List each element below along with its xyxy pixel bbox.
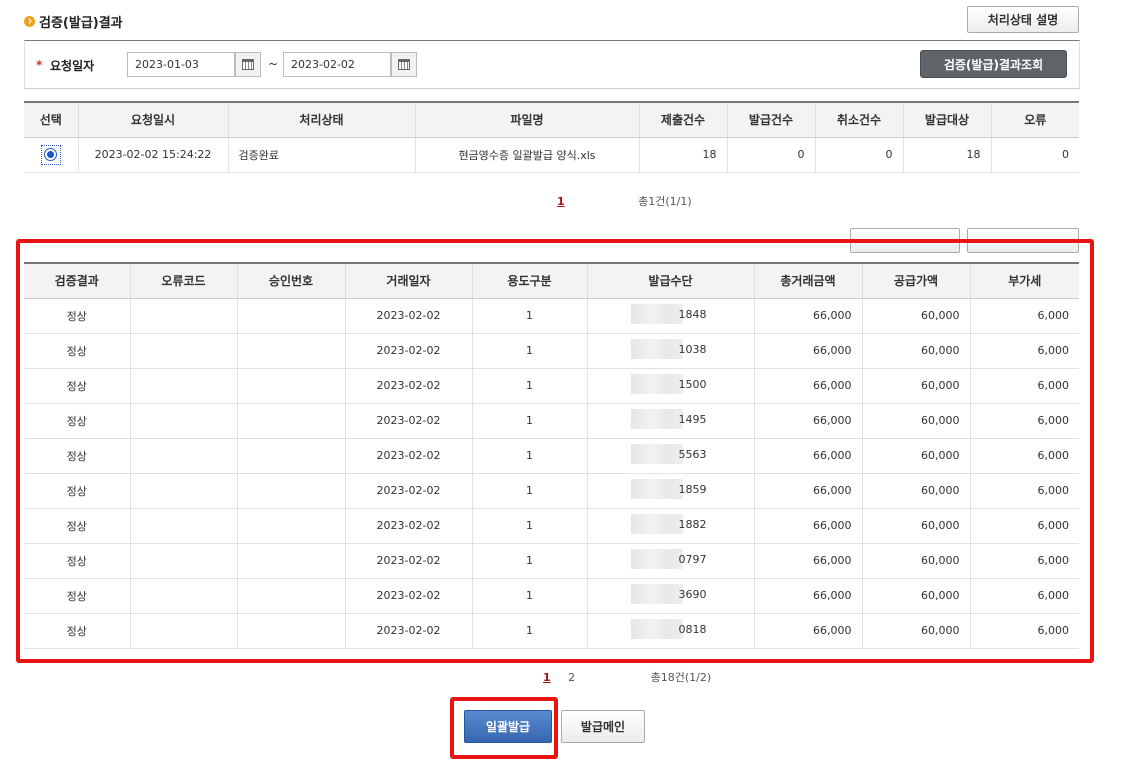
cancelled-cell: 0: [815, 137, 904, 173]
result-table: 선택 요청일시 처리상태 파일명 제출건수 발급건수 취소건수 발급대상 오류 …: [24, 101, 1079, 173]
col-submitted: 제출건수: [639, 102, 728, 138]
result-pager: 1 총1건(1/1): [557, 193, 692, 209]
result-table-header: 선택 요청일시 처리상태 파일명 제출건수 발급건수 취소건수 발급대상 오류: [24, 102, 1079, 138]
date-to-input[interactable]: 2023-02-02: [283, 52, 391, 77]
issue-main-button[interactable]: 발급메인: [561, 710, 645, 743]
col-requested-at: 요청일시: [78, 102, 229, 138]
col-filename: 파일명: [415, 102, 640, 138]
col-issued: 발급건수: [727, 102, 816, 138]
status-help-button[interactable]: 처리상태 설명: [967, 6, 1079, 33]
bulk-issue-highlight-frame: [450, 697, 558, 759]
bullet-arrow-icon: [24, 15, 35, 27]
page-link-2[interactable]: 2: [568, 671, 575, 684]
col-status: 처리상태: [228, 102, 416, 138]
date-from-calendar-button[interactable]: [235, 52, 261, 77]
request-date-label: 요청일자: [50, 59, 95, 73]
calendar-icon: [398, 59, 410, 70]
query-result-button[interactable]: 검증(발급)결과조회: [920, 50, 1067, 78]
row-select-radio[interactable]: [40, 144, 61, 165]
date-from-input[interactable]: 2023-01-03: [127, 52, 235, 77]
table-row[interactable]: 2023-02-02 15:24:22 검증완료 현금영수증 일괄발급 양식.x…: [24, 137, 1079, 173]
calendar-icon: [242, 59, 254, 70]
col-cancelled: 취소건수: [815, 102, 904, 138]
requested-at-cell: 2023-02-02 15:24:22: [78, 137, 229, 173]
date-to-calendar-button[interactable]: [391, 52, 417, 77]
issued-cell: 0: [727, 137, 816, 173]
page-link-current[interactable]: 1: [543, 671, 551, 684]
section-title-text: 검증(발급)결과: [39, 15, 123, 31]
error-cell: 0: [991, 137, 1079, 173]
select-cell: [24, 137, 79, 173]
detail-pager: 1 2 총18건(1/2): [543, 669, 711, 685]
page-total: 총1건(1/1): [638, 195, 692, 208]
filename-cell: 현금영수증 일괄발급 양식.xls: [415, 137, 640, 173]
page-link-current[interactable]: 1: [557, 195, 565, 208]
col-error: 오류: [991, 102, 1079, 138]
section-title-result: 검증(발급)결과: [24, 12, 123, 31]
date-range-separator: ~: [268, 57, 279, 71]
required-mark: *: [36, 58, 43, 72]
page-total: 총18건(1/2): [650, 671, 712, 684]
target-cell: 18: [903, 137, 992, 173]
detail-highlight-frame: [16, 239, 1094, 663]
status-cell: 검증완료: [228, 137, 416, 173]
radio-icon: [44, 148, 58, 161]
submitted-cell: 18: [639, 137, 728, 173]
col-select: 선택: [24, 102, 79, 138]
col-target: 발급대상: [903, 102, 992, 138]
